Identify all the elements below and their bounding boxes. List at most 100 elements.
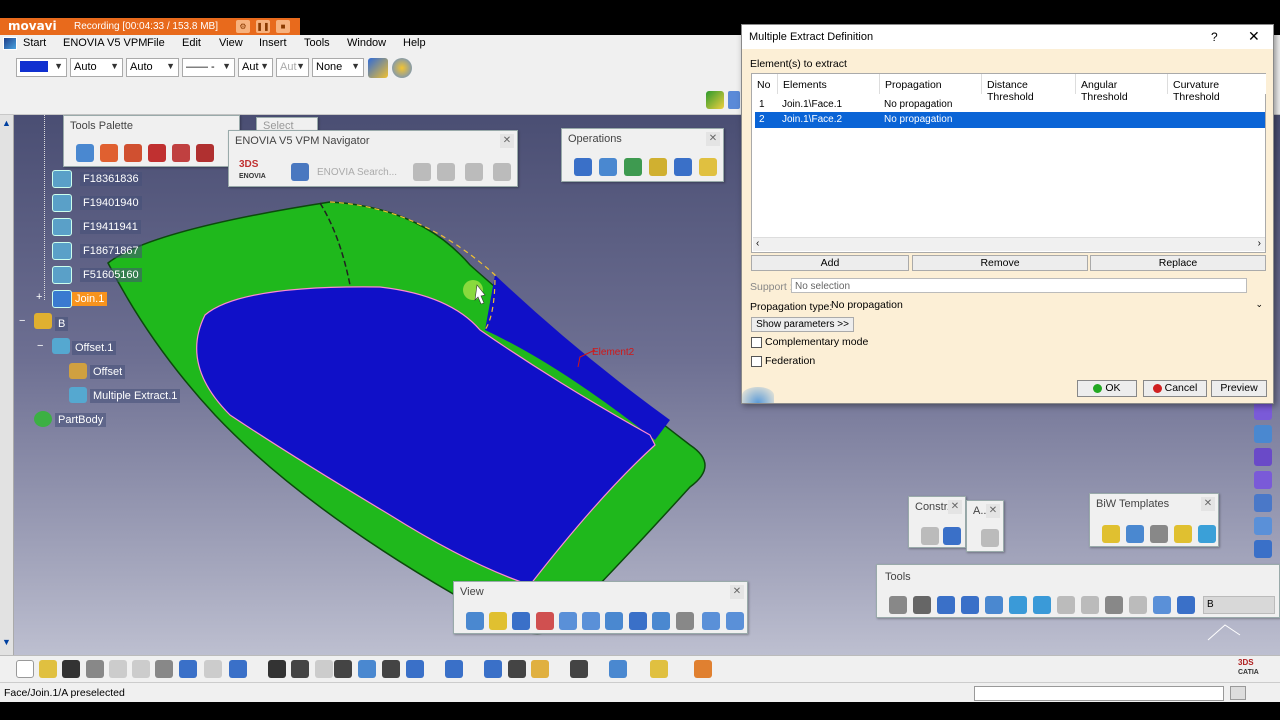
close-icon[interactable]: ✕ [986,504,1000,518]
fillet-icon[interactable] [649,158,667,176]
preview-button[interactable]: Preview [1211,380,1267,397]
new-icon[interactable] [16,660,34,678]
pan-icon[interactable] [512,612,530,630]
scroll-up-arrow[interactable]: ▲ [2,118,11,128]
workbench-icon[interactable] [1254,448,1272,466]
remove-button[interactable]: Remove [912,255,1088,271]
tree-item-f51605160[interactable]: F51605160 [80,268,142,282]
layer-a-combo[interactable]: Aut ▼ [238,58,273,77]
close-icon[interactable]: ✕ [500,134,514,148]
split-icon[interactable] [599,158,617,176]
comment-icon[interactable] [291,660,309,678]
tree-item-join[interactable]: Join.1 [72,292,108,306]
menu-edit[interactable]: Edit [182,37,201,49]
tool-icon[interactable] [172,144,190,162]
replace-button[interactable]: Replace [1090,255,1266,271]
biw-icon[interactable] [1126,525,1144,543]
transform-icon[interactable] [674,158,692,176]
tree-item-f18361836[interactable]: F18361836 [80,172,142,186]
properties-icon[interactable] [392,58,412,78]
close-icon[interactable]: ✕ [730,585,744,599]
cancel-button[interactable]: Cancel [1143,380,1207,397]
catia-app-icon[interactable] [3,37,17,50]
workbench-icon[interactable] [1254,471,1272,489]
tool-icon[interactable] [1033,596,1051,614]
tool-icon[interactable] [124,144,142,162]
elements-table[interactable]: No Elements Propagation Distance Thresho… [751,73,1266,253]
complementary-checkbox[interactable] [751,337,762,348]
tool-icon[interactable] [650,660,668,678]
collapse-offset1-icon[interactable]: − [37,340,43,352]
tool-icon[interactable] [1177,596,1195,614]
enovia-icon[interactable] [413,163,431,181]
menu-tools[interactable]: Tools [304,37,330,49]
command-icon[interactable] [1230,686,1246,700]
tree-item-b[interactable]: B [55,317,69,331]
camera-icon[interactable] [570,660,588,678]
multi-view-icon[interactable] [629,612,647,630]
tree-item-offset1[interactable]: Offset.1 [72,341,117,355]
recorder-settings-button[interactable]: ⚙ [236,20,250,33]
dialog-close-button[interactable]: ✕ [1248,28,1260,45]
normal-view-icon[interactable] [605,612,623,630]
tree-item-f18671867[interactable]: F18671867 [80,244,142,258]
biw-icon[interactable] [1150,525,1168,543]
scroll-left-arrow[interactable]: ‹ [756,238,759,249]
extrapolate-icon[interactable] [699,158,717,176]
constraint-icon[interactable] [943,527,961,545]
quick-view-icon[interactable] [652,612,670,630]
add-button[interactable]: Add [751,255,909,271]
expand-join-icon[interactable]: + [36,291,42,303]
hide-show-icon[interactable] [702,612,720,630]
tool-icon[interactable] [1009,596,1027,614]
line-style-combo[interactable]: —— - ▼ [182,58,235,77]
col-header-curvature[interactable]: Curvature Threshold [1168,74,1266,103]
constraint-icon[interactable] [921,527,939,545]
scroll-down-arrow[interactable]: ▼ [2,637,11,647]
biw-icon[interactable] [1102,525,1120,543]
navigator-icon[interactable] [291,163,309,181]
tool-icon[interactable] [1129,596,1147,614]
line-type-combo[interactable]: Auto ▼ [126,58,179,77]
menu-file[interactable]: File [147,37,165,49]
tool-icon[interactable] [406,660,424,678]
recorder-stop-button[interactable]: ■ [276,20,290,33]
recorder-pause-button[interactable]: ❚❚ [256,20,270,33]
tool-icon[interactable] [1105,596,1123,614]
save-icon[interactable] [62,660,80,678]
tool-icon[interactable] [445,660,463,678]
tool-icon[interactable] [508,660,526,678]
workbench-icon[interactable] [1254,517,1272,535]
close-icon[interactable]: ✕ [706,132,720,146]
workbench-icon[interactable] [1254,540,1272,558]
enovia-icon[interactable] [465,163,483,181]
tool-icon[interactable] [1081,596,1099,614]
render-style-icon[interactable] [676,612,694,630]
enovia-icon[interactable] [493,163,511,181]
biw-icon[interactable] [1198,525,1216,543]
color-combo[interactable]: ▼ [16,58,67,77]
tool-icon[interactable] [358,660,376,678]
tool-icon[interactable] [1153,596,1171,614]
compass-icon[interactable] [706,91,724,109]
ok-button[interactable]: OK [1077,380,1137,397]
axis-system-icon[interactable] [937,596,955,614]
extract-icon[interactable] [624,158,642,176]
menu-window[interactable]: Window [347,37,386,49]
tool-icon[interactable] [148,144,166,162]
table-hscrollbar[interactable]: ‹ › [753,237,1265,251]
undo-icon[interactable] [179,660,197,678]
tree-item-multiple-extract[interactable]: Multiple Extract.1 [90,389,181,403]
biw-icon[interactable] [1174,525,1192,543]
command-input[interactable] [974,686,1224,701]
enovia-icon[interactable] [437,163,455,181]
redo-icon[interactable] [204,660,222,678]
viewport-left-scrollbar[interactable]: ▲ ▼ [0,115,14,655]
federation-checkbox[interactable] [751,356,762,367]
fit-all-icon[interactable] [489,612,507,630]
close-icon[interactable]: ✕ [1201,497,1215,511]
tree-item-partbody[interactable]: PartBody [55,413,107,427]
workbench-icon[interactable] [1254,494,1272,512]
enovia-search-field[interactable]: ENOVIA Search... [317,167,397,178]
tool-icon[interactable] [609,660,627,678]
